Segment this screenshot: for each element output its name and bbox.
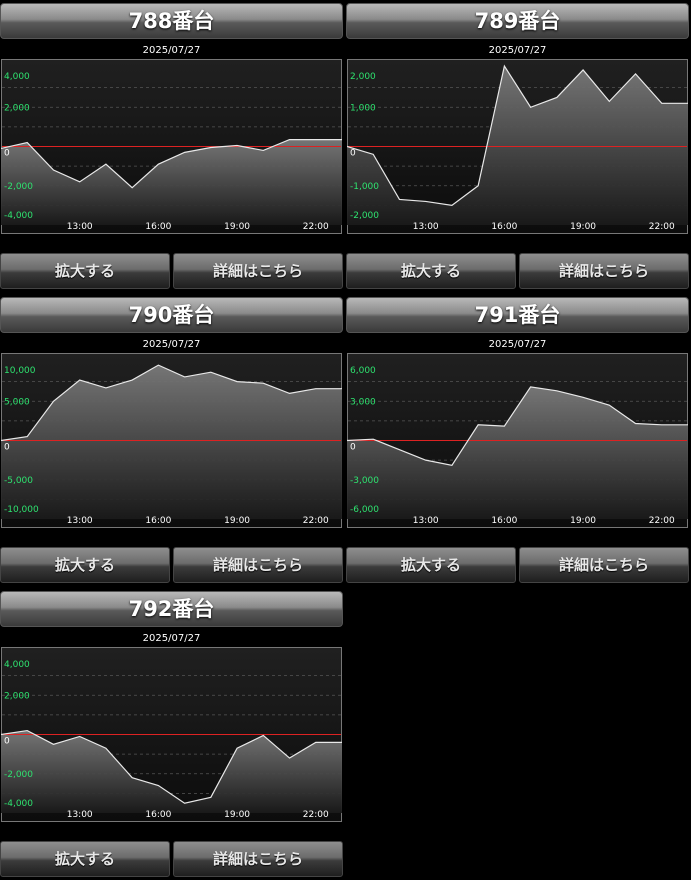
y-tick-label: -3,000 [350, 476, 379, 486]
x-tick-label: 13:00 [67, 516, 93, 526]
x-tick-label: 19:00 [570, 516, 596, 526]
x-tick-label: 16:00 [145, 810, 171, 820]
zoom-button[interactable]: 拡大する [346, 547, 516, 583]
y-tick-label: 0 [4, 443, 10, 453]
graph-date: 2025/07/27 [142, 45, 201, 56]
x-tick-label: 22:00 [649, 516, 675, 526]
x-tick-label: 13:00 [67, 222, 93, 232]
slump-chart[interactable]: 6,000 3,000 0 -3,000 -6,000 13:00 16:00 19:00 22… [347, 353, 688, 528]
detail-button[interactable]: 詳細はこちら [519, 253, 689, 289]
x-tick-label: 19:00 [224, 810, 250, 820]
graph-date: 2025/07/27 [142, 633, 201, 644]
y-tick-label: -1,000 [350, 182, 379, 192]
y-tick-label: -2,000 [350, 211, 379, 221]
y-tick-label: 5,000 [4, 397, 30, 407]
y-tick-label: 2,000 [350, 72, 376, 82]
detail-button[interactable]: 詳細はこちら [173, 841, 343, 877]
y-tick-label: 0 [350, 149, 356, 159]
slump-chart[interactable]: 4,000 2,000 0 -2,000 -4,000 13:00 16:00 19:00 22… [1, 647, 342, 822]
y-tick-label: 10,000 [4, 366, 36, 376]
x-tick-label: 16:00 [145, 222, 171, 232]
y-tick-label: 2,000 [4, 103, 30, 113]
y-tick-label: 2,000 [4, 691, 30, 701]
machine-panel-790: 790番台 2025/07/27 10,000 5,000 0 -5,000 -10,0… [0, 294, 343, 583]
machine-title[interactable]: 792番台 [0, 591, 343, 627]
machine-title[interactable]: 789番台 [346, 3, 689, 39]
y-tick-label: -5,000 [4, 476, 33, 486]
y-tick-label: -4,000 [4, 211, 33, 221]
x-tick-label: 19:00 [224, 222, 250, 232]
zoom-button[interactable]: 拡大する [0, 253, 170, 289]
zoom-button[interactable]: 拡大する [346, 253, 516, 289]
y-tick-label: -2,000 [4, 182, 33, 192]
y-tick-label: 0 [4, 149, 10, 159]
zoom-button[interactable]: 拡大する [0, 547, 170, 583]
x-tick-label: 16:00 [491, 222, 517, 232]
y-tick-label: 4,000 [4, 660, 30, 670]
machine-title[interactable]: 791番台 [346, 297, 689, 333]
x-tick-label: 13:00 [413, 222, 439, 232]
graph-date: 2025/07/27 [488, 339, 547, 350]
x-tick-label: 22:00 [303, 810, 329, 820]
graph-date: 2025/07/27 [142, 339, 201, 350]
x-tick-label: 19:00 [224, 516, 250, 526]
x-tick-label: 22:00 [303, 516, 329, 526]
slump-chart[interactable]: 10,000 5,000 0 -5,000 -10,000 13:00 16:00 19:00… [1, 353, 342, 528]
detail-button[interactable]: 詳細はこちら [173, 547, 343, 583]
machine-panel-789: 789番台 2025/07/27 2,000 1,000 0 -1,000 -2,000… [346, 0, 689, 289]
zoom-button[interactable]: 拡大する [0, 841, 170, 877]
y-tick-label: -2,000 [4, 770, 33, 780]
x-tick-label: 13:00 [67, 810, 93, 820]
graph-date: 2025/07/27 [488, 45, 547, 56]
y-tick-label: -4,000 [4, 799, 33, 809]
x-tick-label: 22:00 [649, 222, 675, 232]
slump-chart[interactable]: 4,000 2,000 0 -2,000 -4,000 13:00 16:00 19:00 22… [1, 59, 342, 234]
detail-button[interactable]: 詳細はこちら [173, 253, 343, 289]
x-tick-label: 13:00 [413, 516, 439, 526]
slump-chart[interactable]: 2,000 1,000 0 -1,000 -2,000 13:00 16:00 19:00 22… [347, 59, 688, 234]
machine-panel-788: 788番台 2025/07/27 4,000 2,000 0 -2,000 -4,000… [0, 0, 343, 289]
machine-panel-792: 792番台 2025/07/27 4,000 2,000 0 -2,000 -4,000… [0, 588, 343, 877]
x-tick-label: 19:00 [570, 222, 596, 232]
y-tick-label: 0 [350, 443, 356, 453]
x-tick-label: 16:00 [491, 516, 517, 526]
machine-title[interactable]: 788番台 [0, 3, 343, 39]
y-tick-label: 4,000 [4, 72, 30, 82]
y-tick-label: 1,000 [350, 103, 376, 113]
y-tick-label: -6,000 [350, 505, 379, 515]
machine-panel-791: 791番台 2025/07/27 6,000 3,000 0 -3,000 -6,000… [346, 294, 689, 583]
y-tick-label: 6,000 [350, 366, 376, 376]
detail-button[interactable]: 詳細はこちら [519, 547, 689, 583]
x-tick-label: 16:00 [145, 516, 171, 526]
y-tick-label: 3,000 [350, 397, 376, 407]
x-tick-label: 22:00 [303, 222, 329, 232]
y-tick-label: -10,000 [4, 505, 39, 515]
machine-title[interactable]: 790番台 [0, 297, 343, 333]
y-tick-label: 0 [4, 737, 10, 747]
